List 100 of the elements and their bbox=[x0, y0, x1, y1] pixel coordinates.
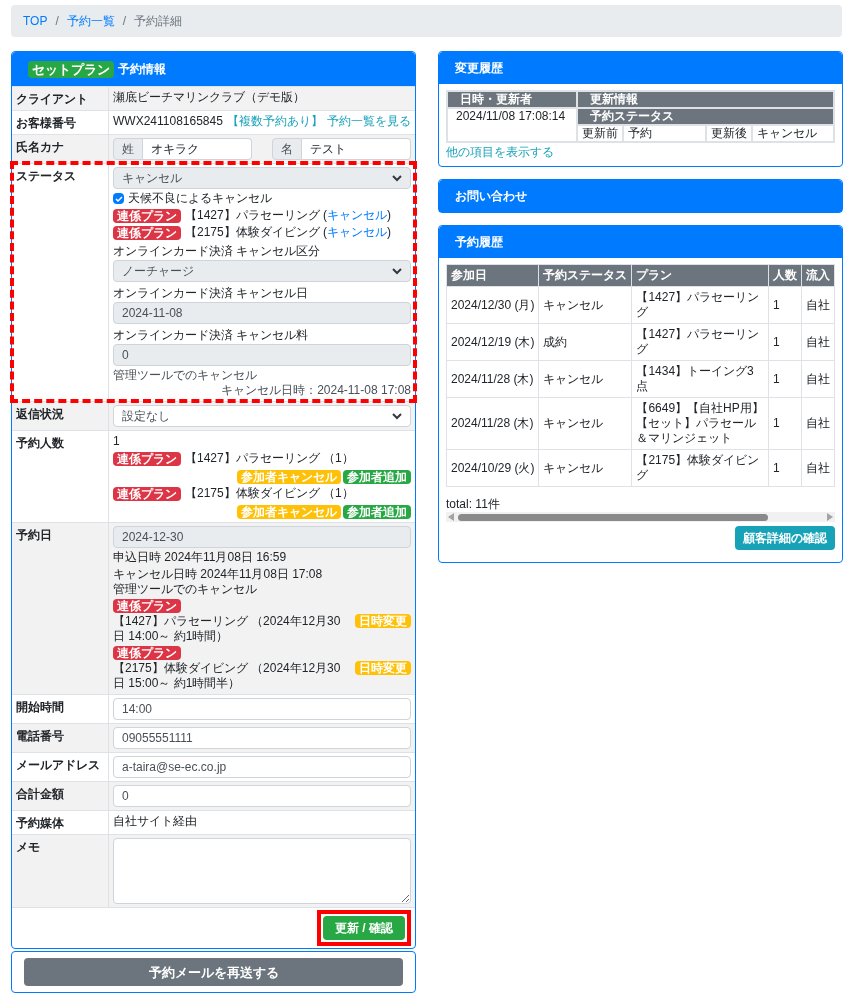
people-count: 1 bbox=[113, 434, 121, 449]
column-header: 予約ステータス bbox=[538, 264, 632, 287]
table-cell: 自社 bbox=[801, 449, 835, 487]
table-cell: キャンセル bbox=[538, 360, 632, 398]
input-field[interactable]: 0 bbox=[113, 785, 411, 807]
cancel-info: キャンセル日時 2024年11月08日 17:08 bbox=[113, 567, 324, 582]
card-title: 予約情報 bbox=[118, 61, 166, 77]
scroll-right-icon[interactable] bbox=[827, 513, 833, 521]
field-label: 予約日 bbox=[16, 528, 52, 542]
table-cell: 成約 bbox=[538, 323, 632, 361]
card-title: お問い合わせ bbox=[455, 188, 527, 204]
plan-tag: 連係プラン bbox=[113, 646, 181, 660]
table-cell: キャンセル bbox=[538, 397, 632, 450]
input-field[interactable]: 0 bbox=[113, 344, 411, 366]
breadcrumb-separator: / bbox=[55, 13, 59, 29]
table-cell: 更新前 bbox=[578, 126, 624, 141]
table-cell: 2024/11/08 17:08:14 bbox=[447, 108, 577, 142]
customer-number: WWX241108165845 bbox=[113, 114, 223, 129]
field-prefix: 姓 bbox=[113, 138, 143, 160]
field-label: 氏名カナ bbox=[16, 140, 64, 154]
field-value: 瀬底ビーチマリンクラブ（デモ版） bbox=[113, 90, 305, 104]
input-field[interactable]: 09055551111 bbox=[113, 727, 411, 749]
action-button[interactable]: 参加者追加 bbox=[343, 505, 411, 519]
applied-datetime: 申込日時 2024年11月08日 16:59 bbox=[113, 550, 288, 565]
input-field[interactable]: 14:00 bbox=[113, 698, 411, 720]
table-cell: 更新後 bbox=[706, 126, 753, 141]
memo-field[interactable] bbox=[113, 838, 411, 904]
field-label: 合計金額 bbox=[16, 787, 64, 801]
select-field[interactable]: キャンセル bbox=[113, 167, 411, 189]
breadcrumb-link[interactable]: 予約一覧 bbox=[66, 13, 115, 29]
input-field[interactable]: テスト bbox=[302, 138, 411, 160]
total-count: total: 11件 bbox=[446, 497, 500, 511]
cancel-link[interactable]: キャンセル bbox=[327, 225, 388, 239]
plan-name: 【2175】体験ダイビング （1） bbox=[185, 486, 354, 501]
chevron-down-icon bbox=[392, 411, 402, 421]
column-header: 日時・更新者 bbox=[447, 91, 577, 108]
cancel-link[interactable]: キャンセル bbox=[327, 208, 388, 222]
table-cell: 2024/11/28 (木) bbox=[446, 360, 539, 398]
resend-mail-button[interactable]: 予約メールを再送する bbox=[24, 958, 403, 986]
checkbox[interactable] bbox=[113, 193, 124, 204]
table-cell: 1 bbox=[768, 360, 802, 398]
field-label: オンラインカード決済 キャンセル区分 bbox=[113, 244, 322, 259]
scroll-left-icon[interactable] bbox=[448, 513, 454, 521]
plan-name: 【1427】パラセーリング (キャンセル) bbox=[185, 208, 392, 223]
table-cell: 1 bbox=[768, 323, 802, 361]
field-label: メールアドレス bbox=[16, 758, 100, 772]
field-label: オンラインカード決済 キャンセル日 bbox=[113, 286, 310, 301]
field-label: 返信状況 bbox=[16, 407, 64, 421]
table-cell: キャンセル bbox=[538, 449, 632, 487]
table-cell: 【2175】体験ダイビング bbox=[631, 449, 769, 487]
card-title: 予約履歴 bbox=[455, 234, 503, 250]
table-cell: 1 bbox=[768, 397, 802, 450]
field-label: お客様番号 bbox=[16, 116, 76, 130]
plan-tag: 連係プラン bbox=[113, 225, 181, 240]
chevron-down-icon bbox=[392, 266, 402, 276]
table-cell: 【1434】トーイング3点 bbox=[631, 360, 769, 398]
breadcrumb-link[interactable]: TOP bbox=[23, 13, 48, 29]
checkbox-label: 天候不良によるキャンセル bbox=[128, 191, 272, 206]
table-cell: 【6649】【自社HP用】【セット】パラセール＆マリンジェット bbox=[631, 397, 769, 450]
customer-detail-button[interactable]: 顧客詳細の確認 bbox=[735, 526, 835, 550]
plan-name: 【1427】パラセーリング （1） bbox=[185, 451, 354, 466]
select-field[interactable]: ノーチャージ bbox=[113, 260, 411, 282]
table-cell: 自社 bbox=[801, 286, 835, 324]
field-label: クライアント bbox=[16, 92, 88, 106]
table-cell: 2024/11/28 (木) bbox=[446, 397, 539, 450]
field-label: 予約媒体 bbox=[16, 816, 64, 830]
chevron-down-icon bbox=[392, 173, 402, 183]
input-field[interactable]: オキラク bbox=[143, 138, 252, 160]
cancel-datetime: キャンセル日時：2024-11-08 17:08 bbox=[221, 383, 411, 398]
field-label: ステータス bbox=[16, 169, 76, 183]
note-text: 管理ツールでのキャンセル bbox=[113, 368, 257, 383]
column-header: 人数 bbox=[768, 264, 802, 287]
horizontal-scrollbar[interactable] bbox=[446, 512, 835, 522]
link[interactable]: 【複数予約あり】 bbox=[226, 114, 323, 129]
input-field[interactable]: 2024-12-30 bbox=[113, 526, 411, 548]
action-button[interactable]: 参加者追加 bbox=[343, 470, 411, 484]
plan-tag: 連係プラン bbox=[113, 208, 181, 223]
plan-tag: 連係プラン bbox=[113, 599, 181, 613]
table-cell: 自社 bbox=[801, 360, 835, 398]
select-field[interactable]: 設定なし bbox=[113, 405, 411, 427]
column-header: 更新情報 bbox=[577, 91, 834, 108]
field-label: メモ bbox=[16, 840, 40, 854]
table-cell: 自社 bbox=[801, 323, 835, 361]
input-field[interactable]: a-taira@se-ec.co.jp bbox=[113, 756, 411, 778]
plan-schedule: 【1427】パラセーリング （2024年12月30日 14:00～ 約1時間） bbox=[113, 614, 342, 644]
input-field[interactable]: 2024-11-08 bbox=[113, 302, 411, 324]
field-prefix: 名 bbox=[272, 138, 302, 160]
plan-schedule: 【2175】体験ダイビング （2024年12月30日 15:00～ 約1時間半） bbox=[113, 661, 342, 691]
field-label: オンラインカード決済 キャンセル料 bbox=[113, 328, 310, 343]
breadcrumb-current: 予約詳細 bbox=[134, 13, 183, 29]
update-button[interactable]: 更新 / 確認 bbox=[323, 916, 405, 940]
field-label: 開始時間 bbox=[16, 700, 64, 714]
table-cell: 予約 bbox=[624, 126, 707, 141]
show-more-link[interactable]: 他の項目を表示する bbox=[446, 145, 554, 159]
table-cell: 自社 bbox=[801, 397, 835, 450]
column-header: 流入 bbox=[801, 264, 835, 287]
table-cell: 【1427】パラセーリング bbox=[631, 323, 769, 361]
plan-badge: セットプラン bbox=[28, 60, 114, 78]
table-cell: 2024/12/30 (月) bbox=[446, 286, 539, 324]
link[interactable]: 予約一覧を見る bbox=[326, 114, 411, 129]
